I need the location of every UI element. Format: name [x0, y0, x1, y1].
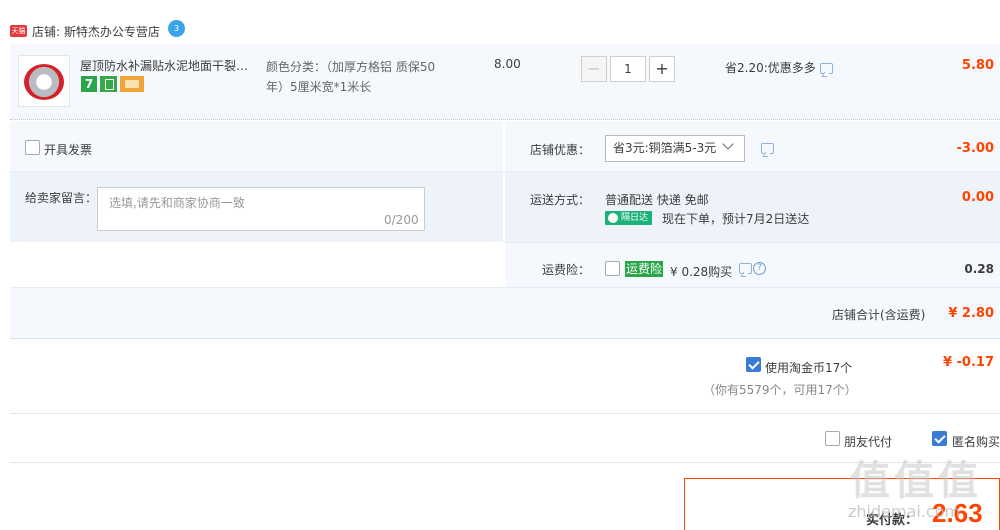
tape-roll-image [24, 64, 64, 100]
insurance-amount: 0.28 [964, 262, 994, 276]
unit-price: 8.00 [494, 57, 521, 71]
message-label: 给卖家留言： [25, 191, 98, 205]
delivery-estimate: 现在下单，预计7月2日送达 [662, 212, 810, 226]
message-char-count: 0/200 [384, 213, 419, 227]
guarantee-icon [100, 76, 117, 92]
shop-total-value: ¥ 2.80 [948, 306, 994, 321]
delivery-amount: 0.00 [961, 190, 994, 205]
shop-name[interactable]: 店铺: 斯特杰办公专营店 [32, 23, 160, 40]
wangwang-chat-icon[interactable]: 3 [168, 20, 185, 37]
options-divider [10, 171, 1000, 172]
lightning-icon [608, 213, 618, 223]
insurance-comment-icon[interactable] [739, 263, 752, 274]
insurance-price: ¥ 0.28购买 [670, 265, 733, 279]
insurance-tag: 运费险 [625, 261, 664, 277]
coupon-label: 店铺优惠： [530, 143, 591, 157]
item-promotion: 省2.20:优惠多多 [725, 61, 816, 75]
seven-day-return-icon: 7 [81, 76, 97, 92]
taojinbi-discount: ¥ -0.17 [942, 355, 994, 370]
insurance-divider [505, 242, 1000, 243]
watermark-url: zhidemai.com [848, 502, 961, 521]
invoice-checkbox[interactable] [25, 140, 40, 155]
coupon-amount: -3.00 [956, 141, 994, 156]
quantity-increase-button[interactable]: + [649, 56, 675, 82]
item-subtotal: 5.80 [961, 58, 994, 73]
shop-coupon-select[interactable]: 省3元:铜箔满5-3元 [605, 135, 745, 162]
quantity-decrease-button[interactable]: − [581, 56, 607, 82]
order-item-row [10, 44, 1000, 120]
help-icon[interactable]: ? [753, 262, 766, 275]
tmall-logo: 天猫 [10, 25, 27, 37]
taojinbi-checkbox[interactable] [746, 357, 761, 372]
divider [10, 413, 1000, 414]
watermark-logo: 值值值 [850, 458, 982, 504]
message-placeholder: 选填,请先和商家协商一致 [109, 196, 245, 210]
sku-line-2: 年）5厘米宽*1米长 [266, 80, 372, 94]
delivery-method: 普通配送 快递 免邮 [605, 193, 709, 207]
quantity-input[interactable]: 1 [610, 56, 646, 82]
coupon-comment-icon[interactable] [761, 143, 774, 154]
invoice-label: 开具发票 [44, 143, 93, 157]
taojinbi-label: 使用淘金币17个 [765, 361, 853, 375]
delivery-label: 运送方式： [530, 193, 591, 207]
sku-line-1: 颜色分类：（加厚方格铝 质保50 [266, 60, 436, 74]
sku-description: 颜色分类：（加厚方格铝 质保50 年）5厘米宽*1米长 [266, 57, 456, 97]
product-title-link[interactable]: 屋顶防水补漏贴水泥地面干裂堵漏胶带 [80, 57, 260, 74]
credit-card-icon [120, 76, 144, 92]
shop-total-label: 店铺合计(含运费) [832, 308, 926, 322]
friend-pay-checkbox[interactable] [825, 431, 840, 446]
anonymous-checkbox[interactable] [932, 431, 947, 446]
product-thumbnail[interactable] [18, 55, 70, 107]
insurance-checkbox[interactable] [605, 261, 620, 276]
insurance-label: 运费险： [542, 263, 591, 277]
promo-comment-icon[interactable] [820, 63, 833, 74]
taojinbi-available: （你有5579个，可用17个） [703, 383, 857, 397]
